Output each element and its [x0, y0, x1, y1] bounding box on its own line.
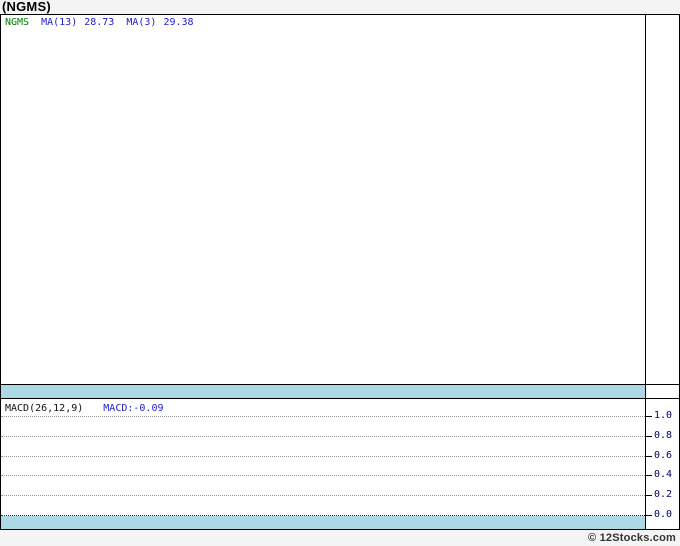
axis-tick-label: 1.0	[654, 410, 673, 421]
macd-bottom-band	[1, 516, 645, 529]
axis-tick	[645, 475, 652, 476]
divider-band	[1, 385, 645, 398]
gridline-0.6	[1, 456, 645, 457]
axis-tick-label: 0.0	[654, 509, 673, 520]
chart-title: (NGMS)	[2, 0, 51, 14]
axis-tick-label: 0.2	[654, 489, 673, 500]
ma13-value: 28.73	[84, 17, 115, 28]
gridline-0.4	[1, 475, 645, 476]
ma13-label: MA(13)	[41, 17, 78, 28]
macd-label: MACD(26,12,9)	[5, 403, 84, 414]
macd-value: MACD:-0.09	[103, 403, 164, 414]
chart-frame: NGMS MA(13) 28.73 MA(3) 29.38 MACD(26,12,9) M…	[0, 14, 680, 530]
axis-tick	[645, 436, 652, 437]
axis-tick	[645, 456, 652, 457]
gridline-0.8	[1, 436, 645, 437]
ma3-label: MA(3)	[126, 17, 157, 28]
macd-panel-top-border	[1, 398, 679, 399]
ma3-value: 29.38	[163, 17, 194, 28]
ticker-label: NGMS	[5, 17, 30, 28]
axis-tick	[645, 495, 652, 496]
gridline-0.2	[1, 495, 645, 496]
macd-panel-legend: MACD(26,12,9) MACD:-0.09	[5, 403, 164, 415]
watermark: © 12Stocks.com	[588, 532, 676, 544]
axis-tick	[645, 416, 652, 417]
axis-tick-label: 0.6	[654, 450, 673, 461]
gridline-1.0	[1, 416, 645, 417]
axis-tick-label: 0.8	[654, 430, 673, 441]
stock-chart-page: (NGMS) NGMS MA(13) 28.73 MA(3) 29.38 MACD(26…	[0, 0, 680, 546]
right-axis-line	[645, 15, 646, 529]
axis-tick-label: 0.4	[654, 469, 673, 480]
axis-tick	[645, 515, 652, 516]
price-panel-legend: NGMS MA(13) 28.73 MA(3) 29.38	[5, 17, 194, 29]
